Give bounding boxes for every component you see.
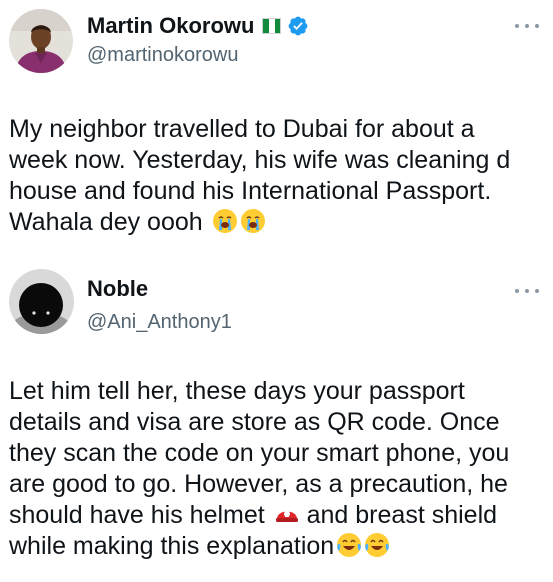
display-name[interactable]: Martin Okorowu	[87, 13, 254, 39]
tweet-text-fragment: Wahala dey oooh	[9, 208, 203, 236]
avatar-image	[9, 9, 73, 73]
tweet-text-line: while making this explanation	[9, 531, 545, 562]
author-name-row: Noble	[87, 276, 148, 302]
verified-badge-icon	[287, 15, 309, 37]
tweet-text-line: details and visa are store as QR code. O…	[9, 408, 500, 436]
tweet-original: Martin Okorowu @martinokorowu My neighbo…	[0, 0, 553, 260]
tweet-text: Let him tell her, these days your passpo…	[9, 376, 545, 562]
tweet-text-fragment: should have his helmet	[9, 501, 265, 529]
loudly-crying-face-emoji	[212, 208, 238, 234]
tweet-text-line: Let him tell her, these days your passpo…	[9, 377, 465, 405]
loudly-crying-face-emoji	[240, 208, 266, 234]
face-with-tears-of-joy-emoji	[336, 532, 362, 558]
tweet-text-line: should have his helmet and breast shield	[9, 500, 545, 531]
author-handle[interactable]: @Ani_Anthony1	[87, 310, 232, 334]
author-handle[interactable]: @martinokorowu	[87, 43, 238, 67]
tweet-text-line: Wahala dey oooh	[9, 207, 545, 238]
avatar-image	[9, 269, 74, 334]
tweet-text-fragment: while making this explanation	[9, 532, 335, 560]
display-name[interactable]: Noble	[87, 276, 148, 302]
rescue-helmet-emoji	[274, 501, 300, 527]
more-options-icon[interactable]	[515, 286, 539, 296]
tweet-text-line: house and found his International Passpo…	[9, 177, 492, 205]
tweet-text-line: they scan the code on your smart phone, …	[9, 439, 510, 467]
more-options-icon[interactable]	[515, 21, 539, 31]
author-name-row: Martin Okorowu	[87, 13, 309, 39]
tweet-text: My neighbor travelled to Dubai for about…	[9, 114, 545, 238]
avatar[interactable]	[9, 269, 74, 334]
face-with-tears-of-joy-emoji	[364, 532, 390, 558]
tweet-text-line: My neighbor travelled to Dubai for about…	[9, 115, 475, 143]
tweet-text-line: are good to go. However, as a precaution…	[9, 470, 508, 498]
avatar[interactable]	[9, 9, 73, 73]
nigeria-flag-icon	[262, 18, 282, 34]
tweet-text-line: week now. Yesterday, his wife was cleani…	[9, 146, 511, 174]
tweet-reply: Noble @Ani_Anthony1 Let him tell her, th…	[0, 262, 553, 582]
tweet-text-fragment: and breast shield	[306, 501, 498, 529]
